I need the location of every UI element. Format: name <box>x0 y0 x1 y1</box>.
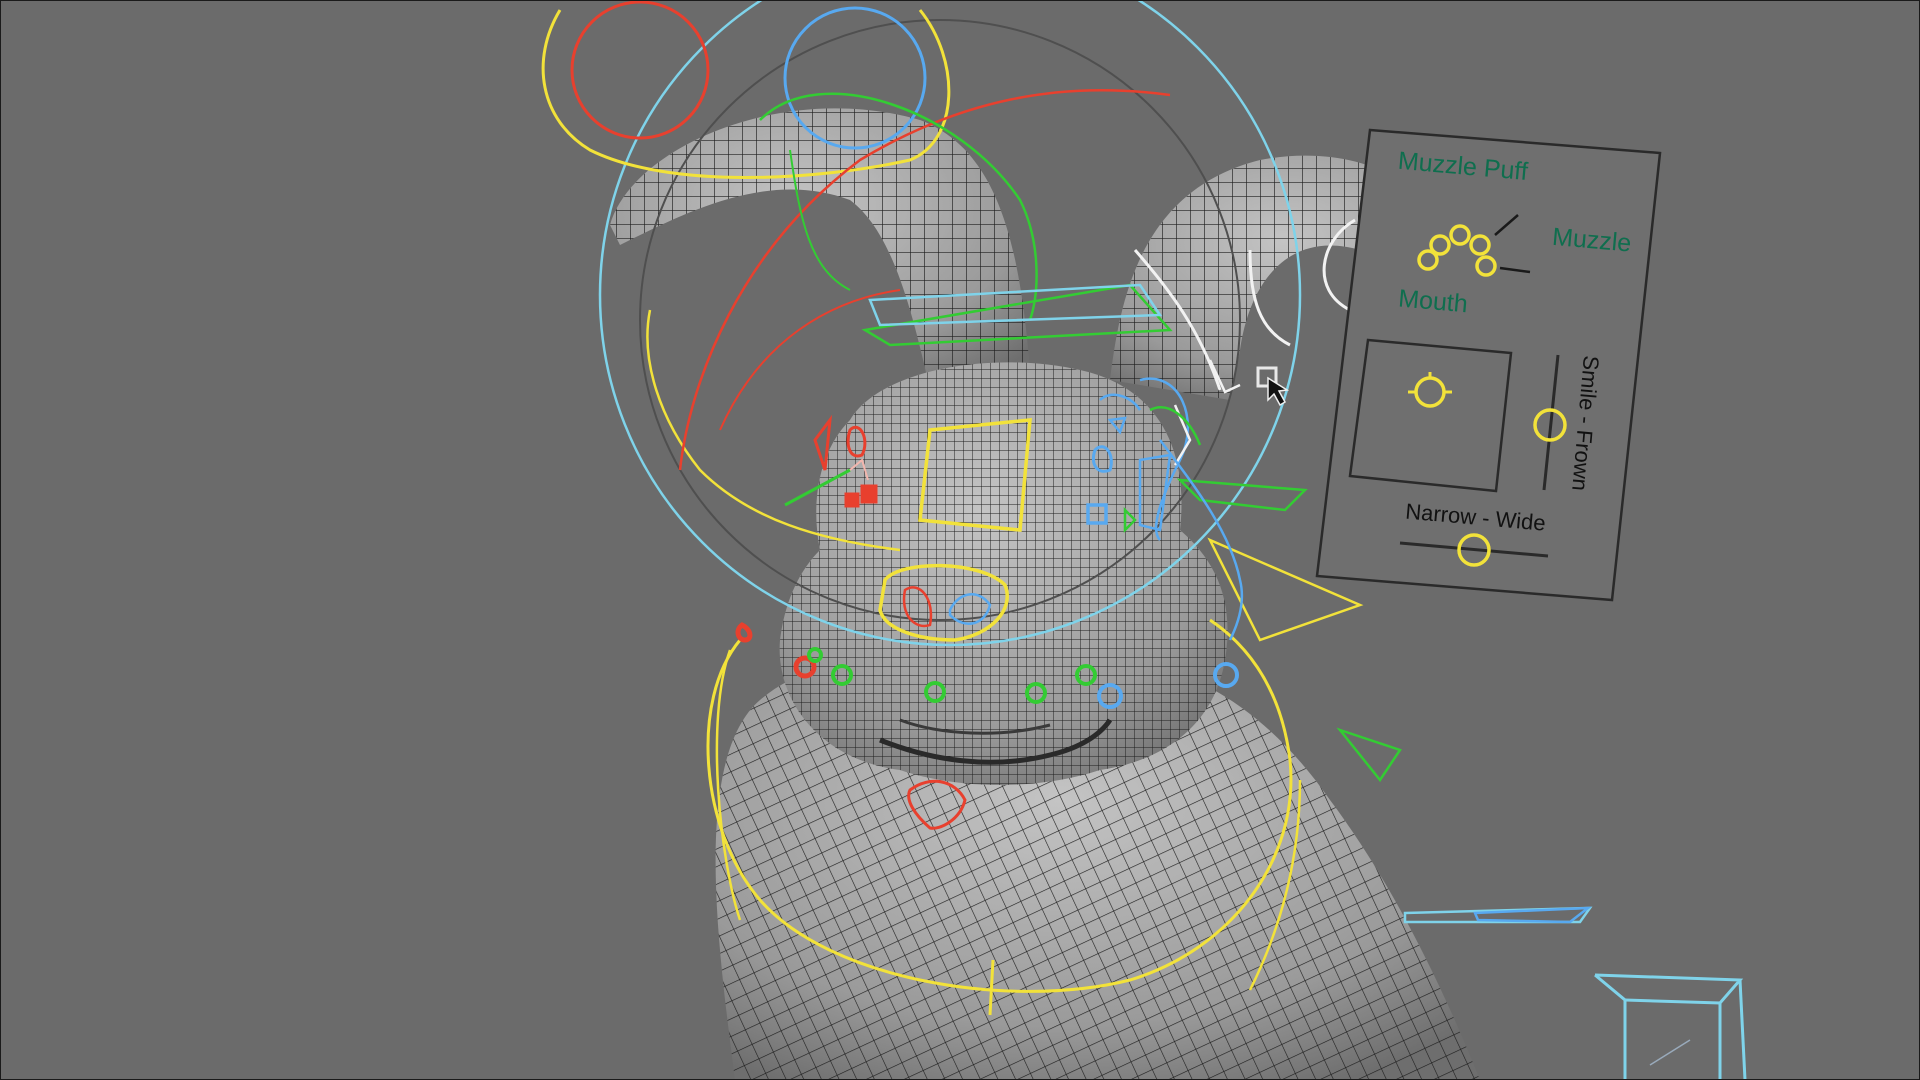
left-eye-ctrl[interactable] <box>860 484 878 504</box>
view-cube-icon[interactable] <box>1594 973 1747 1080</box>
left-ear-ctrl[interactable] <box>570 0 710 140</box>
mouse-pointer-icon <box>1256 366 1290 407</box>
viewport-scene[interactable]: Muzzle Puff Muzzle Mouth Smile - Frown N… <box>0 0 1920 1080</box>
face-panel[interactable]: Muzzle Puff Muzzle Mouth Smile - Frown N… <box>1315 128 1662 602</box>
3d-viewport[interactable]: Muzzle Puff Muzzle Mouth Smile - Frown N… <box>0 0 1920 1080</box>
